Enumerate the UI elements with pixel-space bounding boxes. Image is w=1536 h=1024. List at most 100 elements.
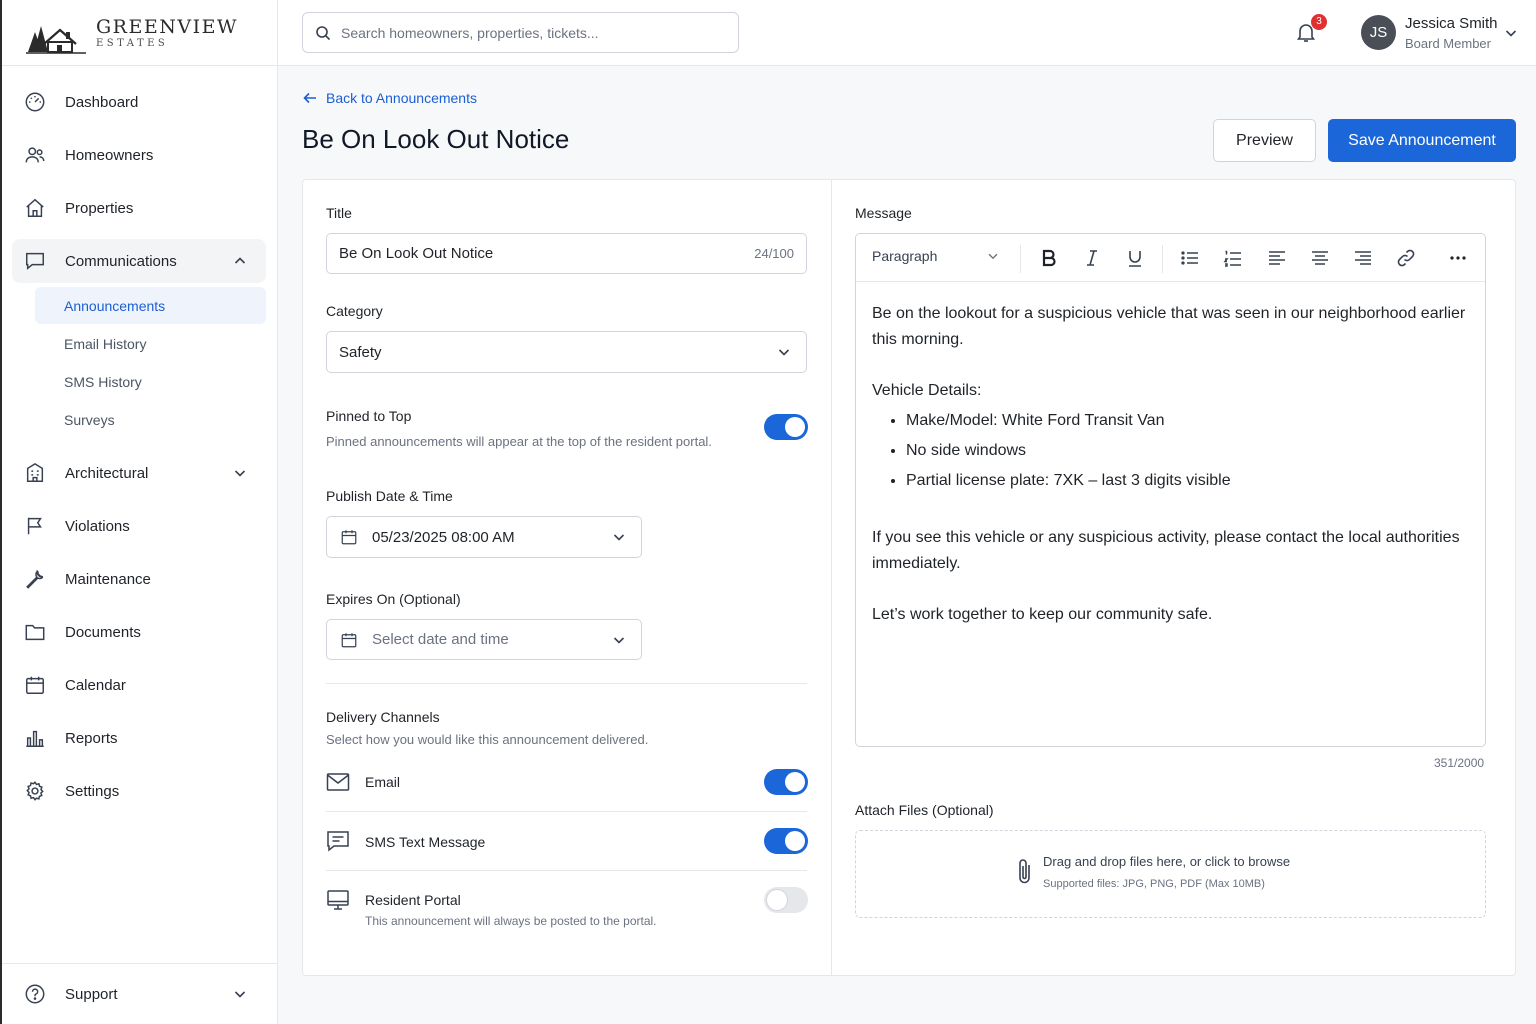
- publish-label: Publish Date & Time: [326, 488, 453, 504]
- format-value: Paragraph: [872, 248, 938, 264]
- numbered-list-icon: [1223, 250, 1241, 267]
- underline-button[interactable]: [1124, 247, 1146, 269]
- channel-divider: [326, 870, 807, 871]
- numbered-list-button[interactable]: [1222, 247, 1244, 269]
- channel-portal-label: Resident Portal: [365, 892, 461, 908]
- bold-button[interactable]: [1038, 247, 1060, 269]
- sidebar: GREENVIEW ESTATES Dashboard Homeowners P…: [0, 0, 278, 1024]
- align-center-icon: [1312, 251, 1328, 265]
- brand-logo[interactable]: GREENVIEW ESTATES: [26, 12, 238, 56]
- more-options-button[interactable]: [1447, 247, 1469, 269]
- pinned-description: Pinned announcements will appear at the …: [326, 434, 712, 449]
- italic-button[interactable]: [1081, 247, 1103, 269]
- brand-name: GREENVIEW: [96, 16, 238, 38]
- channel-email-toggle[interactable]: [764, 769, 808, 795]
- search-box[interactable]: [302, 12, 739, 53]
- sidebar-item-label: Homeowners: [65, 146, 154, 164]
- sidebar-item-support[interactable]: Support: [12, 972, 266, 1016]
- more-horizontal-icon: [1450, 256, 1466, 260]
- underline-icon: [1129, 251, 1141, 267]
- sidebar-subitem-sms-history[interactable]: SMS History: [35, 363, 266, 400]
- category-label: Category: [326, 303, 383, 319]
- sidebar-item-reports[interactable]: Reports: [12, 716, 266, 760]
- message-body[interactable]: Be on the lookout for a suspicious vehic…: [872, 301, 1472, 628]
- sidebar-item-homeowners[interactable]: Homeowners: [12, 133, 266, 177]
- page-title: Be On Look Out Notice: [302, 124, 570, 154]
- bullet-list-button[interactable]: [1179, 247, 1201, 269]
- house-trees-logo-icon: [26, 26, 86, 54]
- chevron-down-icon[interactable]: [232, 986, 248, 1002]
- expires-datetime-picker[interactable]: Select date and time: [326, 619, 642, 660]
- sidebar-item-label: Support: [65, 985, 118, 1003]
- back-link[interactable]: Back to Announcements: [302, 90, 477, 106]
- delivery-label: Delivery Channels: [326, 709, 440, 725]
- notification-count-badge: 3: [1311, 14, 1327, 30]
- chevron-up-icon[interactable]: [232, 253, 248, 269]
- sidebar-item-properties[interactable]: Properties: [12, 186, 266, 230]
- sidebar-item-documents[interactable]: Documents: [12, 610, 266, 654]
- calendar-icon: [341, 632, 357, 647]
- sidebar-divider: [2, 963, 278, 964]
- channel-portal-toggle[interactable]: [764, 887, 808, 913]
- sidebar-item-violations[interactable]: Violations: [12, 504, 266, 548]
- toolbar-separator: [1162, 245, 1163, 273]
- sidebar-item-label: Communications: [65, 252, 177, 270]
- sidebar-item-label: Settings: [65, 782, 120, 800]
- pinned-label: Pinned to Top: [326, 408, 412, 424]
- pinned-toggle[interactable]: [764, 414, 808, 440]
- title-field[interactable]: Be On Look Out Notice 24/100: [326, 233, 807, 274]
- sidebar-item-settings[interactable]: Settings: [12, 769, 266, 813]
- category-select[interactable]: Safety: [326, 331, 807, 373]
- sidebar-item-label: Maintenance: [65, 570, 151, 588]
- user-role: Board Member: [1405, 36, 1491, 51]
- message-contact: If you see this vehicle or any suspiciou…: [872, 529, 1460, 572]
- sidebar-item-communications[interactable]: Communications: [12, 239, 266, 283]
- title-value: Be On Look Out Notice: [339, 245, 494, 262]
- chevron-down-icon: [778, 349, 790, 356]
- section-divider: [326, 683, 807, 684]
- message-intro: Be on the lookout for a suspicious vehic…: [872, 305, 1466, 348]
- message-editor[interactable]: Paragraph Be on the lookout for a suspic…: [855, 233, 1486, 747]
- format-select[interactable]: Paragraph: [872, 248, 1002, 264]
- channel-portal-description: This announcement will always be posted …: [365, 914, 657, 928]
- gear-icon: [26, 781, 44, 801]
- channel-sms-toggle[interactable]: [764, 828, 808, 854]
- align-center-button[interactable]: [1309, 247, 1331, 269]
- sidebar-subitem-surveys[interactable]: Surveys: [35, 401, 266, 438]
- bar-chart-icon: [26, 730, 44, 747]
- chevron-down-icon[interactable]: [1503, 25, 1519, 41]
- list-item: No side windows: [906, 436, 1472, 466]
- toolbar-separator: [1020, 245, 1021, 273]
- column-divider: [831, 179, 832, 976]
- paperclip-icon: [1019, 859, 1030, 884]
- align-right-button[interactable]: [1352, 247, 1374, 269]
- avatar[interactable]: JS: [1361, 15, 1396, 50]
- align-left-button[interactable]: [1266, 247, 1288, 269]
- sidebar-item-maintenance[interactable]: Maintenance: [12, 557, 266, 601]
- publish-value: 05/23/2025 08:00 AM: [372, 528, 515, 546]
- publish-datetime-picker[interactable]: 05/23/2025 08:00 AM: [326, 516, 642, 558]
- mail-icon: [326, 773, 350, 791]
- sidebar-subitem-announcements[interactable]: Announcements: [35, 287, 266, 324]
- arrow-left-icon: [303, 92, 316, 104]
- save-announcement-button[interactable]: Save Announcement: [1328, 119, 1516, 162]
- channel-sms-label: SMS Text Message: [365, 834, 486, 850]
- file-dropzone[interactable]: Drag and drop files here, or click to br…: [855, 830, 1486, 918]
- wrench-icon: [26, 569, 44, 589]
- brand-sub: ESTATES: [96, 38, 169, 49]
- link-button[interactable]: [1395, 247, 1417, 269]
- sidebar-item-dashboard[interactable]: Dashboard: [12, 80, 266, 124]
- sidebar-item-calendar[interactable]: Calendar: [12, 663, 266, 707]
- toggle-knob: [767, 890, 787, 910]
- title-label: Title: [326, 205, 352, 221]
- channel-divider: [326, 811, 807, 812]
- toggle-knob: [785, 417, 805, 437]
- sidebar-item-architectural[interactable]: Architectural: [12, 451, 266, 495]
- chevron-down-icon[interactable]: [232, 465, 248, 481]
- message-label: Message: [855, 205, 912, 221]
- search-input[interactable]: [341, 24, 721, 41]
- preview-button[interactable]: Preview: [1213, 119, 1316, 162]
- sidebar-subitem-email-history[interactable]: Email History: [35, 325, 266, 362]
- link-icon: [1397, 249, 1415, 267]
- align-left-icon: [1269, 251, 1285, 265]
